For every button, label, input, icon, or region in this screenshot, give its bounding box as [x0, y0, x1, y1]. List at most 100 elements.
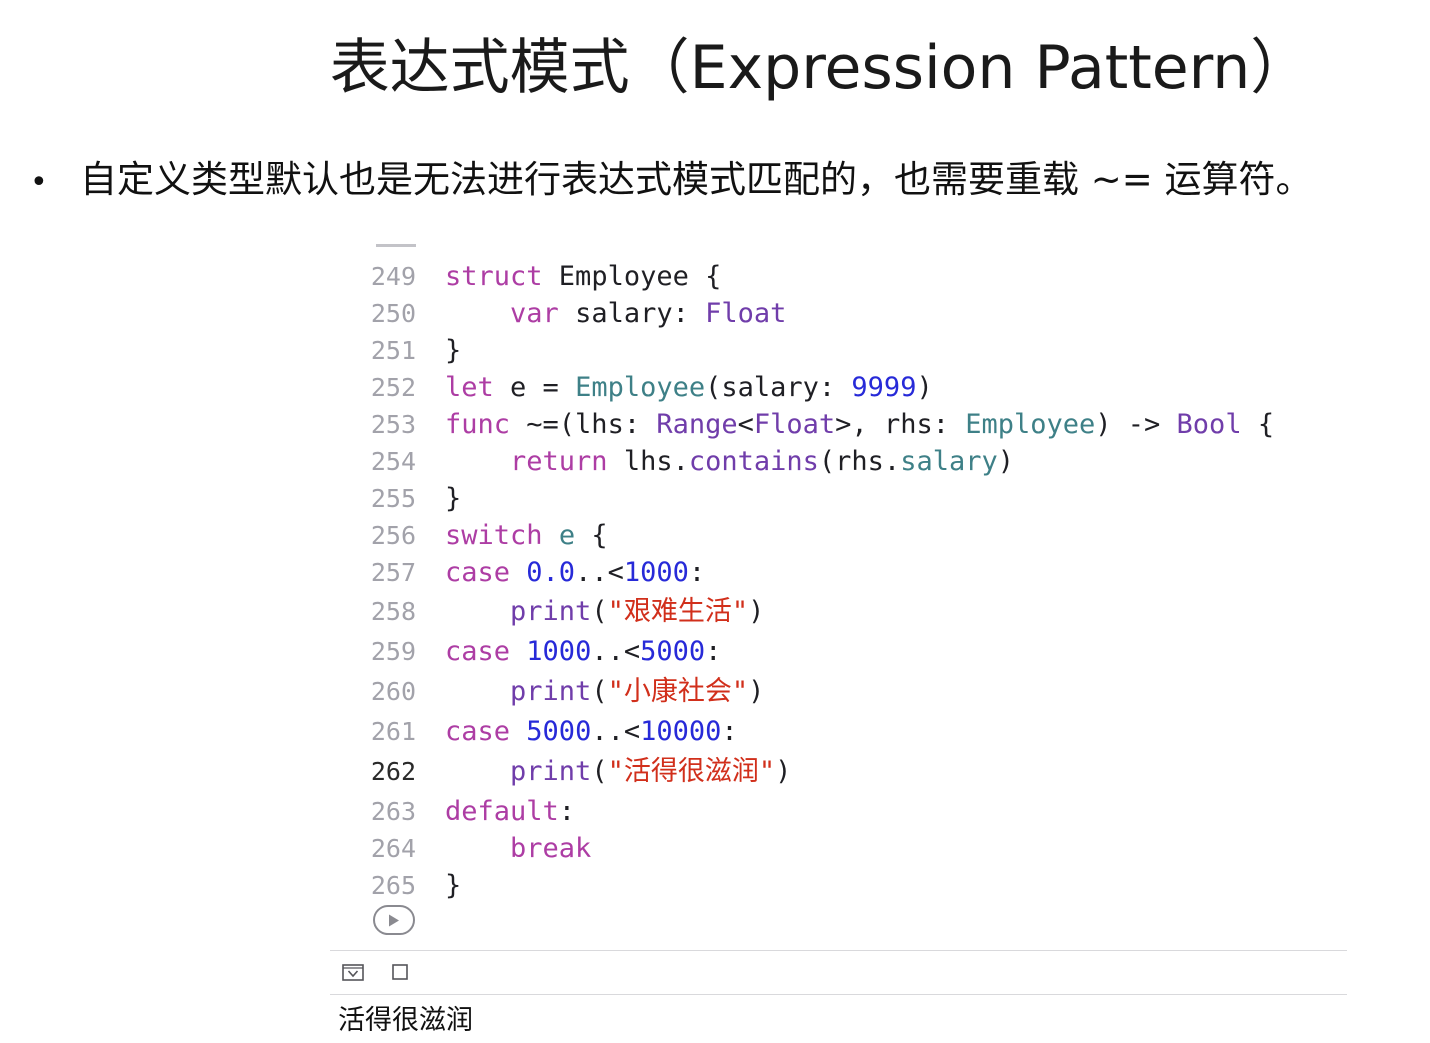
code-line[interactable]: 263 default:: [330, 793, 575, 831]
code-token: >, rhs:: [835, 409, 966, 440]
code-token: ): [997, 446, 1014, 477]
code-line[interactable]: 265}: [330, 867, 461, 905]
code-text: }: [416, 332, 461, 370]
code-token: Float: [753, 409, 836, 440]
code-token: "艰难生活": [607, 596, 749, 627]
code-token: }: [445, 870, 462, 901]
play-icon: [389, 914, 399, 927]
code-token: (rhs.: [818, 446, 901, 477]
code-token: ) ->: [1095, 409, 1177, 440]
hide-debug-area-icon[interactable]: [342, 964, 364, 981]
code-token: 1000: [526, 636, 592, 667]
code-token: Range: [656, 409, 738, 440]
console-divider: [330, 994, 1347, 995]
code-token: {: [1241, 409, 1275, 440]
code-token: 9999: [851, 372, 917, 403]
run-button[interactable]: [373, 905, 415, 935]
code-token: :: [721, 716, 738, 747]
code-line[interactable]: 251}: [330, 332, 461, 370]
code-token: default: [445, 796, 559, 827]
code-line[interactable]: 255}: [330, 480, 461, 518]
code-line[interactable]: 260 print("小康社会"): [330, 673, 765, 711]
code-token: ..<: [591, 636, 641, 667]
code-token: salary:: [558, 298, 706, 329]
code-text: return lhs.contains(rhs.salary): [416, 443, 1014, 481]
code-line[interactable]: 252 let e = Employee(salary: 9999): [330, 369, 933, 407]
code-token: (: [591, 676, 608, 707]
code-line[interactable]: 250 var salary: Float: [330, 295, 787, 333]
code-token: :: [705, 636, 722, 667]
code-token: e =: [493, 372, 576, 403]
code-token: 5000: [526, 716, 592, 747]
code-token: struct: [445, 261, 543, 292]
code-token: ): [775, 756, 792, 787]
bullet-text: 自定义类型默认也是无法进行表达式模式匹配的，也需要重载 ~= 运算符。: [80, 158, 1313, 201]
code-token: Employee: [575, 372, 706, 403]
code-token: case: [445, 716, 511, 747]
code-line[interactable]: 257 case 0.0..<1000:: [330, 554, 705, 592]
code-text: print("艰难生活"): [416, 593, 764, 631]
code-line[interactable]: 249 struct Employee {: [330, 258, 722, 296]
code-token: break: [510, 833, 592, 864]
line-number: 250: [370, 299, 416, 328]
code-token: ): [748, 596, 765, 627]
code-line[interactable]: 259 case 1000..<5000:: [330, 633, 722, 671]
code-token: ~=(lhs:: [510, 409, 657, 440]
code-text: func ~=(lhs: Range<Float>, rhs: Employee…: [416, 406, 1274, 444]
code-token: "小康社会": [607, 676, 749, 707]
code-token: Float: [705, 298, 787, 329]
code-token: (salary:: [705, 372, 852, 403]
code-line[interactable]: 262 print("活得很滋润"): [330, 753, 792, 791]
code-token: Bool: [1176, 409, 1242, 440]
line-number: 251: [370, 336, 416, 365]
code-line[interactable]: 254 return lhs.contains(rhs.salary): [330, 443, 1014, 481]
code-token: print: [510, 756, 592, 787]
code-token: "活得很滋润": [607, 756, 776, 787]
code-token: (: [591, 596, 608, 627]
code-token: Employee {: [542, 261, 722, 292]
slide-title: 表达式模式（Expression Pattern）: [329, 33, 1311, 103]
line-number: 265: [370, 871, 416, 900]
line-number: 252: [370, 373, 416, 402]
code-token: print: [510, 676, 592, 707]
code-editor[interactable]: 249 struct Employee {250 var salary: Floa…: [330, 236, 1347, 950]
code-text: }: [416, 867, 461, 905]
line-number: 264: [370, 834, 416, 863]
code-token: var: [510, 298, 559, 329]
code-token: salary: [900, 446, 998, 477]
clear-console-icon[interactable]: [392, 964, 408, 980]
code-token: <: [737, 409, 754, 440]
code-token: ): [748, 676, 765, 707]
code-text: }: [416, 480, 461, 518]
code-token: e: [558, 520, 576, 551]
code-token: }: [445, 483, 462, 514]
console-output: 活得很滋润: [338, 1005, 473, 1036]
code-line[interactable]: 253 func ~=(lhs: Range<Float>, rhs: Emplo…: [330, 406, 1274, 444]
code-text: var salary: Float: [416, 295, 786, 333]
line-number: 263: [370, 797, 416, 826]
bullet-marker: •: [30, 165, 48, 200]
code-token: 5000: [640, 636, 706, 667]
code-line[interactable]: 258 print("艰难生活"): [330, 593, 765, 631]
code-line[interactable]: 261 case 5000..<10000:: [330, 713, 738, 751]
code-token: :: [688, 557, 706, 588]
code-token: }: [445, 335, 462, 366]
code-text: case 0.0..<1000:: [416, 554, 705, 592]
line-number: 256: [370, 521, 416, 550]
line-number: 258: [370, 597, 416, 626]
code-line[interactable]: 264 break: [330, 830, 591, 868]
line-number: 259: [370, 637, 416, 666]
line-number: 249: [370, 262, 416, 291]
code-token: contains: [688, 446, 819, 477]
code-token: return: [510, 446, 608, 477]
code-text: let e = Employee(salary: 9999): [416, 369, 933, 407]
code-line[interactable]: 256 switch e {: [330, 517, 608, 555]
code-token: 10000: [640, 716, 722, 747]
